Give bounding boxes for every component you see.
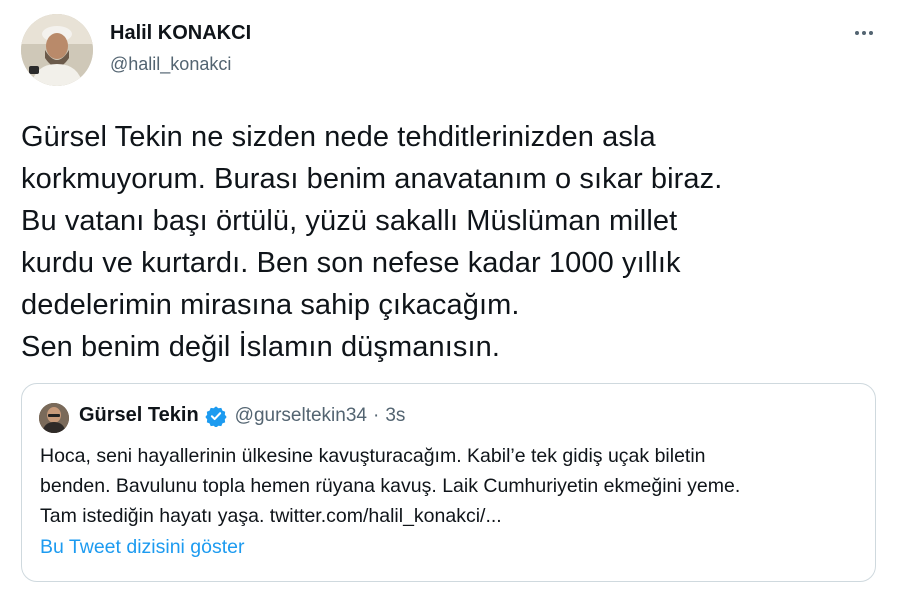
more-dot (855, 31, 859, 35)
quoted-author-avatar[interactable] (39, 403, 69, 433)
author-name[interactable]: Halil KONAKCI (110, 22, 251, 45)
quoted-tweet-text: Hoca, seni hayallerinin ülkesine kavuştu… (40, 445, 741, 527)
user-avatar-photo-icon (21, 14, 93, 86)
more-options-icon[interactable] (848, 20, 880, 46)
quoted-avatar-photo-icon (39, 403, 69, 433)
author-handle[interactable]: @halil_konakci (110, 54, 231, 75)
tweet-text: Gürsel Tekin ne sizden nede tehditlerini… (21, 121, 723, 363)
quoted-timestamp[interactable]: 3s (385, 405, 405, 427)
header-separator: · (372, 404, 380, 426)
quoted-tweet-card[interactable]: Gürsel Tekin @gurseltekin34 · 3s Hoca, s… (21, 383, 876, 582)
quoted-header: Gürsel Tekin @gurseltekin34 · 3s (79, 404, 405, 428)
quoted-author-name[interactable]: Gürsel Tekin (79, 404, 199, 427)
author-avatar[interactable] (21, 14, 93, 86)
more-dot (869, 31, 873, 35)
show-thread-link[interactable]: Bu Tweet dizisini göster (40, 536, 245, 559)
verified-badge-icon (205, 405, 227, 428)
quoted-author-handle[interactable]: @gurseltekin34 (235, 405, 367, 427)
more-dot (862, 31, 866, 35)
